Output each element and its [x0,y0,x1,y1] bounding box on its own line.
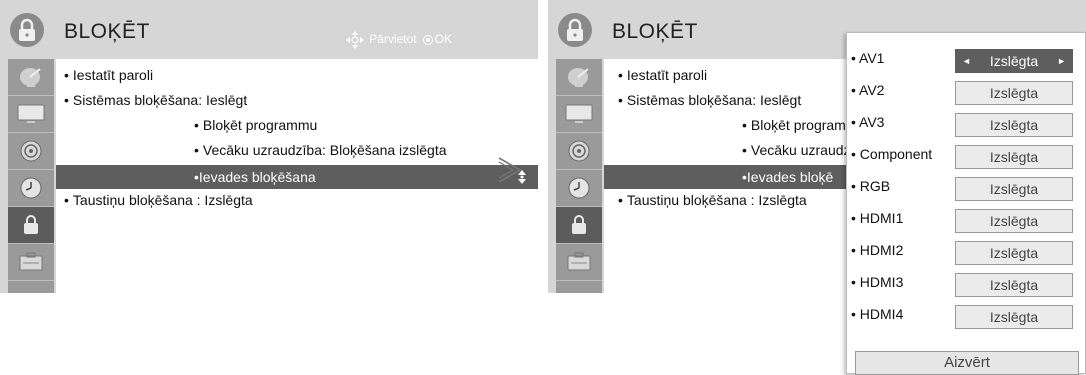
arrow-right-icon[interactable]: ► [1057,50,1066,72]
sidebar-item-time[interactable] [8,170,54,207]
sidebar-item-option[interactable] [8,244,54,281]
popup-row-component[interactable]: • Component Izslēgta [847,141,1085,171]
speaker-icon [20,140,42,162]
menu-item-set-password[interactable]: • Iestatīt paroli [64,67,153,83]
padlock-icon [10,12,44,53]
help-ok-text: OK [434,32,452,47]
menu-item-system-lock[interactable]: • Sistēmas bloķēšana: Ieslēgt [618,92,801,108]
category-sidebar [556,59,602,293]
menu-item-key-lock[interactable]: • Taustiņu bloķēšana : Izslēgta [64,192,253,208]
menu-item-input-block[interactable]: •Ievades bloķēšana [56,165,538,189]
menu-item-parental-guidance[interactable]: • Vecāku uzraudzība: Bloķēšana izslēgta [194,142,447,158]
navigation-help: Pārvietot OK [345,30,452,50]
value-box[interactable]: Izslēgta [955,209,1073,233]
tv-screen-icon [17,104,45,123]
settings-box-icon [567,252,591,271]
satellite-dish-icon [568,68,589,87]
satellite-dish-icon [20,68,41,87]
popup-row-hdmi2[interactable]: • HDMI2 Izslēgta [847,237,1085,267]
menu-item-key-lock[interactable]: • Taustiņu bloķēšana : Izslēgta [618,192,807,208]
popup-row-av2[interactable]: • AV2 Izslēgta [847,77,1085,107]
value-box[interactable]: Izslēgta [955,145,1073,169]
popup-row-av1[interactable]: • AV1 ◄ Izslēgta ► [847,45,1085,75]
sidebar-item-audio[interactable] [556,133,602,170]
sidebar-item-channel[interactable] [8,59,54,96]
menu-item-parental-guidance[interactable]: • Vecāku uzraudz [742,142,851,158]
settings-box-icon [19,252,43,271]
menu-item-block-program[interactable]: • Bloķēt programmu [194,117,317,133]
popup-row-hdmi4[interactable]: • HDMI4 Izslēgta [847,301,1085,331]
menu-item-block-program[interactable]: • Bloķēt program [742,117,846,133]
arrow-left-icon[interactable]: ◄ [962,50,971,72]
close-button[interactable]: Aizvērt [855,351,1079,375]
value-box[interactable]: Izslēgta [955,273,1073,297]
value-box[interactable]: Izslēgta [955,241,1073,265]
padlock-icon [558,12,592,53]
lock-icon [24,215,38,234]
popup-row-rgb[interactable]: • RGB Izslēgta [847,173,1085,203]
help-move-text: Pārvietot [369,32,417,47]
page-title: BLOĶĒT [612,20,698,43]
title-bar: BLOĶĒT Pārvietot OK [0,0,538,59]
sidebar-item-option[interactable] [556,244,602,281]
menu-item-system-lock[interactable]: • Sistēmas bloķēšana: Ieslēgt [64,92,247,108]
navigation-arrows-icon [346,31,365,49]
lock-menu-screen: BLOĶĒT Pārvietot OK • Iestatīt paroli • … [0,0,538,293]
value-box[interactable]: Izslēgta [955,81,1073,105]
value-box[interactable]: Izslēgta [955,113,1073,137]
sidebar-item-lock[interactable] [556,207,602,244]
popup-row-hdmi3[interactable]: • HDMI3 Izslēgta [847,269,1085,299]
menu-item-set-password[interactable]: • Iestatīt paroli [618,67,707,83]
clock-icon [20,177,42,199]
sidebar-item-audio[interactable] [8,133,54,170]
sidebar-item-channel[interactable] [556,59,602,96]
page-title: BLOĶĒT [64,20,150,43]
value-box[interactable]: Izslēgta [955,305,1073,329]
sidebar-item-picture[interactable] [556,96,602,133]
input-block-popup: • AV1 ◄ Izslēgta ► • AV2 Izslēgta • AV3 … [846,32,1086,375]
lock-icon [572,215,586,234]
ok-button-icon [422,35,433,45]
clock-icon [568,177,590,199]
value-selector[interactable]: ◄ Izslēgta ► [955,49,1073,73]
value-box[interactable]: Izslēgta [955,177,1073,201]
tv-screen-icon [565,104,593,123]
sidebar-item-lock[interactable] [8,207,54,244]
speaker-icon [568,140,590,162]
popup-row-hdmi1[interactable]: • HDMI1 Izslēgta [847,205,1085,235]
sidebar-item-time[interactable] [556,170,602,207]
popup-row-av3[interactable]: • AV3 Izslēgta [847,109,1085,139]
chevron-right-icon [498,157,522,183]
sidebar-item-picture[interactable] [8,96,54,133]
category-sidebar [8,59,54,293]
menu-content: • Iestatīt paroli • Sistēmas bloķēšana: Ie… [56,59,538,293]
